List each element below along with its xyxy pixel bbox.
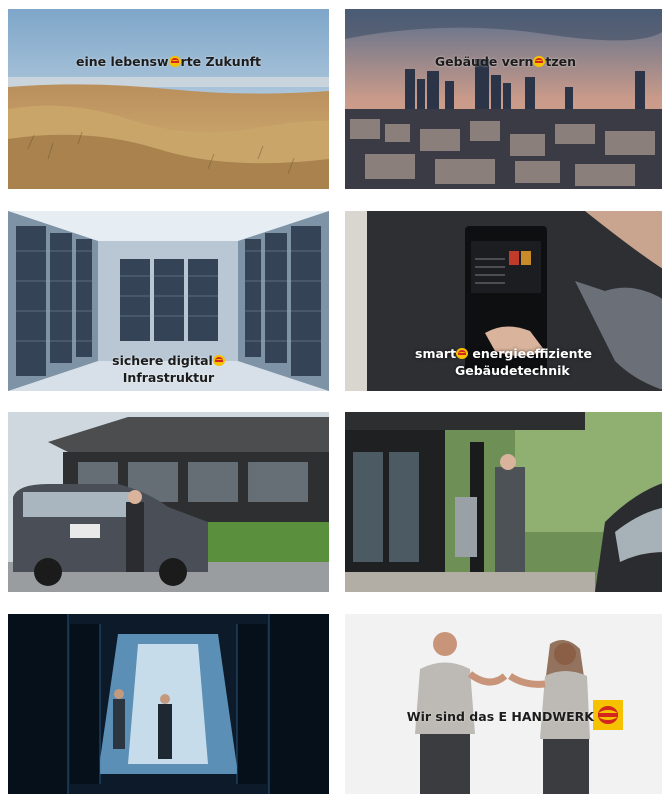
tile-city: Gebäude vern tzen [345, 9, 662, 189]
caption-part: tzen [545, 54, 577, 69]
tile-caption: eine lebensw rte Zukunft [8, 53, 329, 70]
caption-part: sichere digital [112, 353, 213, 368]
tile-team: Wir sind das E HANDWERK [345, 614, 662, 794]
tile-server-room: sichere digital Infrastruktur [8, 211, 329, 391]
tile-caption: Wir sind das E HANDWERK [406, 709, 594, 724]
tile-datacenter [8, 614, 329, 794]
caption-part: smart [415, 346, 457, 361]
caption-part: rte Zukunft [180, 54, 262, 69]
datacenter-photo [8, 614, 329, 794]
e-handwerk-logo-icon [456, 348, 469, 359]
e-handwerk-logo-icon [533, 56, 546, 67]
tile-wallbox [345, 412, 662, 592]
house-van-photo [8, 412, 329, 592]
tile-dunes: eine lebensw rte Zukunft [8, 9, 329, 189]
city-photo [345, 9, 662, 189]
dunes-photo [8, 9, 329, 189]
wallbox-photo [345, 412, 662, 592]
e-handwerk-logo-icon [212, 355, 225, 366]
tile-caption: sichere digital Infrastruktur [8, 352, 329, 386]
tile-caption: Gebäude vern tzen [345, 53, 662, 70]
caption-part: energieeffiziente [468, 346, 592, 361]
caption-part: eine lebensw [75, 54, 169, 69]
caption-part: Gebäudetechnik [455, 363, 570, 378]
tile-touch-panel: smart energieeffiziente Gebäudetechnik [345, 211, 662, 391]
tile-caption: smart energieeffiziente Gebäudetechnik [415, 345, 662, 379]
caption-part: Infrastruktur [122, 370, 215, 385]
e-handwerk-logo-icon [168, 56, 181, 67]
e-handwerk-logo-icon [593, 700, 623, 730]
caption-part: Gebäude vern [434, 54, 534, 69]
tile-house-van [8, 412, 329, 592]
